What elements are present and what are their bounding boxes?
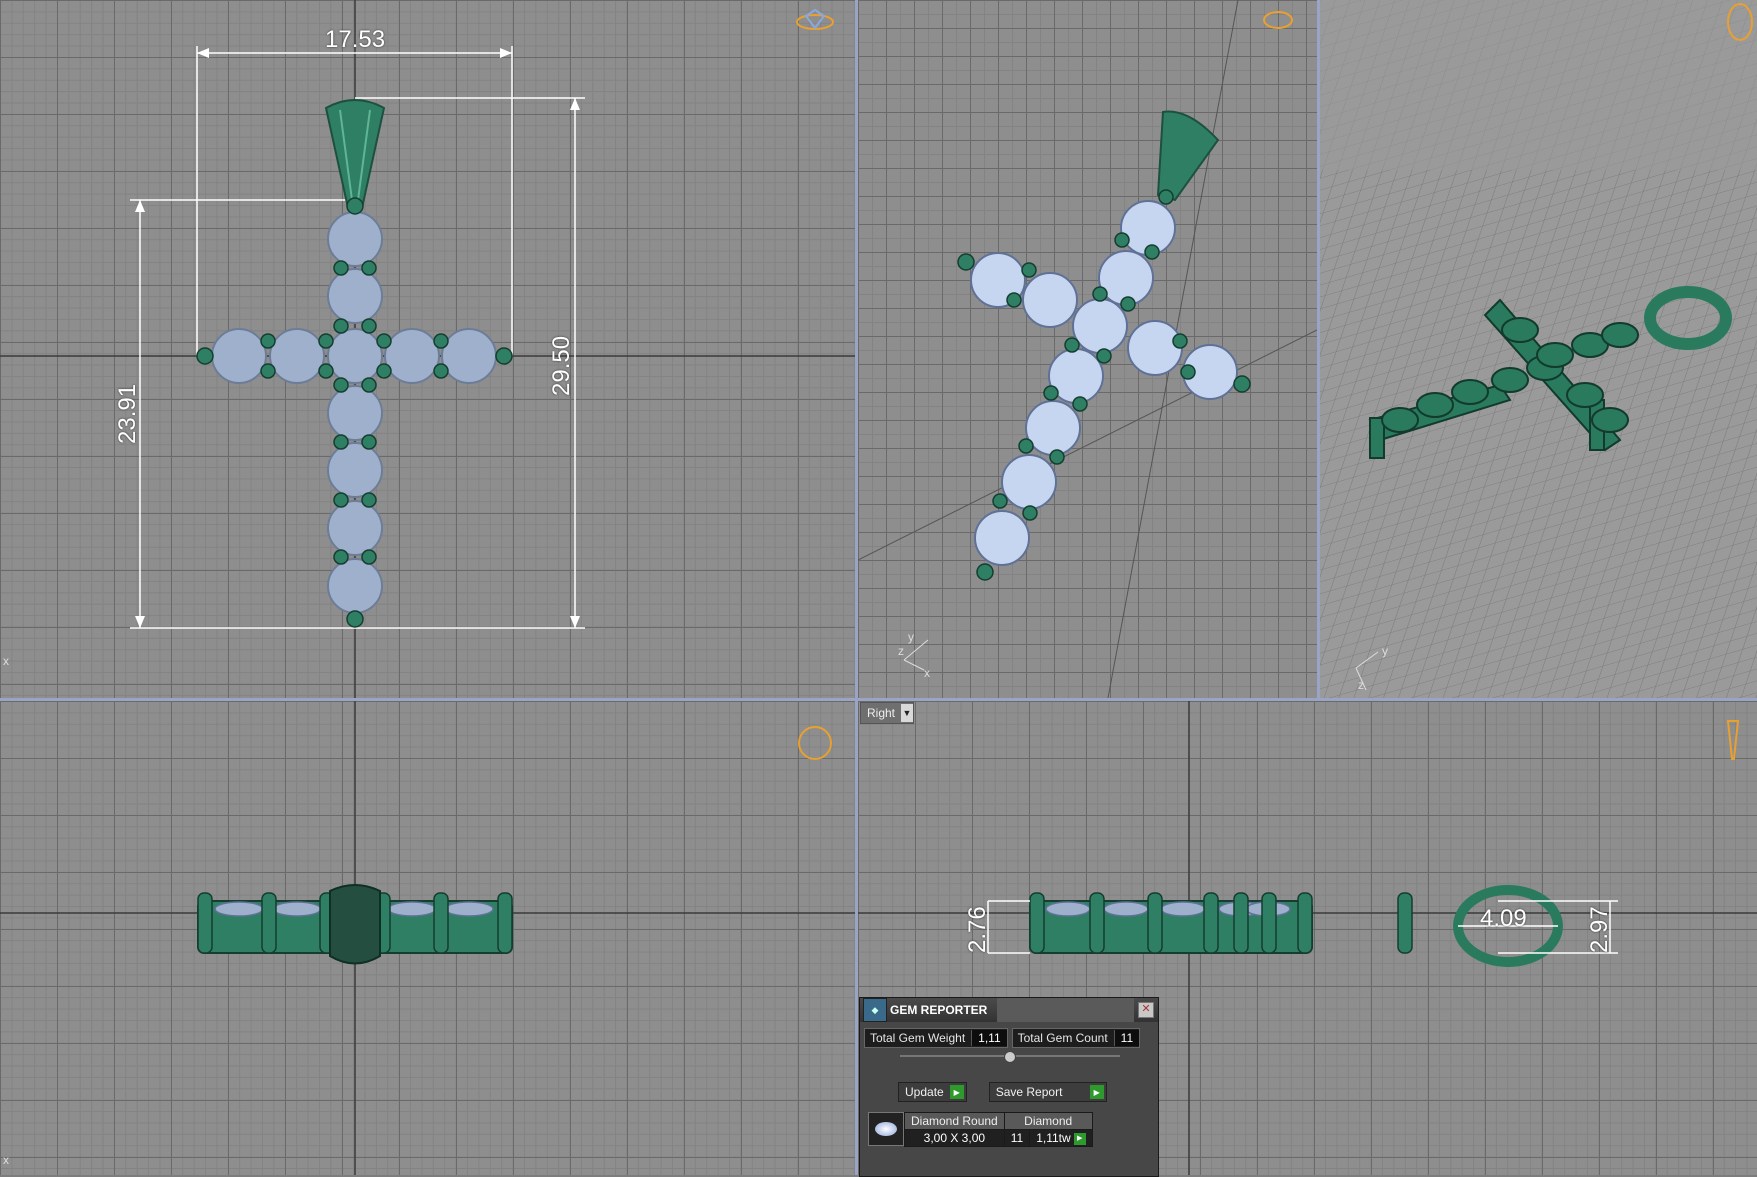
total-gem-weight-value: 1,11 <box>971 1030 1007 1046</box>
gem-count-cell: 11 <box>1003 1129 1031 1147</box>
close-icon[interactable]: ✕ <box>1138 1002 1154 1018</box>
viewport-top[interactable]: 17.53 29.50 23.91 x <box>0 0 855 698</box>
axis-x-label: x <box>924 666 930 680</box>
gem-reporter-titlebar[interactable]: ◆ GEM REPORTER ✕ <box>860 998 1158 1022</box>
viewport-view-label: Right <box>867 706 896 720</box>
save-report-label: Save Report <box>995 1085 1063 1099</box>
update-button[interactable]: Update ▶ <box>898 1082 967 1102</box>
dim-height-right: 29.50 <box>548 335 575 396</box>
gem-weight-value: 1,11tw <box>1036 1131 1071 1145</box>
save-report-button[interactable]: Save Report ▶ <box>988 1082 1107 1102</box>
gem-reporter-panel[interactable]: ◆ GEM REPORTER ✕ Total Gem Weight 1,11 T… <box>859 997 1159 1177</box>
play-icon[interactable]: ▶ <box>1073 1132 1086 1145</box>
dim-right-left-height: 2.76 <box>964 906 991 953</box>
viewport-view-dropdown[interactable]: Right ▼ <box>860 702 915 724</box>
viewport-perspective-1[interactable]: y x z <box>858 0 1317 698</box>
viewport-divider-horizontal[interactable] <box>0 698 1757 701</box>
gem-material-header: Diamond <box>1003 1112 1093 1130</box>
play-icon[interactable]: ▶ <box>949 1085 964 1099</box>
axis-z-label: z <box>898 644 904 658</box>
chevron-down-icon[interactable]: ▼ <box>901 704 914 722</box>
perspective-2-drawing <box>1320 0 1757 698</box>
axis-y-label: y <box>1382 644 1388 658</box>
gem-reporter-title: GEM REPORTER <box>890 1003 988 1017</box>
view-cube-icon <box>1726 720 1740 760</box>
total-gem-count-field: Total Gem Count 11 <box>1011 1028 1141 1048</box>
play-icon[interactable]: ▶ <box>1089 1085 1104 1099</box>
gem-size-cell: 3,00 X 3,00 <box>904 1129 1005 1147</box>
table-row[interactable]: 3,00 X 3,00 11 1,11tw ▶ <box>904 1129 1093 1147</box>
gem-list: Diamond Round Diamond 3,00 X 3,00 11 1,1… <box>868 1112 1093 1147</box>
view-cube-icon <box>796 8 834 30</box>
view-cube-icon <box>798 726 832 760</box>
gem-weight-cell: 1,11tw ▶ <box>1029 1129 1093 1147</box>
dim-right-loop-width: 4.09 <box>1480 905 1527 932</box>
dim-height-left: 23.91 <box>114 383 141 444</box>
total-gem-count-label: Total Gem Count <box>1017 1031 1108 1045</box>
viewport-divider-vertical-2[interactable] <box>1317 0 1320 698</box>
total-gem-count-value: 11 <box>1113 1030 1140 1046</box>
gem-name-header: Diamond Round <box>904 1112 1005 1130</box>
total-gem-weight-field: Total Gem Weight 1,11 <box>864 1028 1008 1048</box>
panel-collapse-slider[interactable] <box>900 1051 1120 1063</box>
top-view-drawing <box>0 0 855 698</box>
total-gem-weight-label: Total Gem Weight <box>870 1031 966 1045</box>
front-view-drawing <box>0 701 855 1175</box>
view-cube-icon <box>1263 11 1293 29</box>
axis-z-label: z <box>1358 678 1364 692</box>
diamond-icon <box>875 1122 897 1136</box>
axis-x-label: x <box>3 654 9 668</box>
perspective-1-drawing <box>858 0 1317 698</box>
viewport-perspective-2[interactable]: y z <box>1320 0 1757 698</box>
axis-x-label: x <box>3 1153 9 1167</box>
gem-table: Diamond Round Diamond 3,00 X 3,00 11 1,1… <box>904 1112 1093 1147</box>
gem-reporter-icon: ◆ <box>863 998 887 1022</box>
gem-thumbnail[interactable] <box>868 1112 904 1146</box>
viewport-divider-vertical[interactable] <box>855 0 858 1175</box>
slider-knob[interactable] <box>1004 1051 1016 1063</box>
viewport-front[interactable]: x <box>0 701 855 1175</box>
axis-y-label: y <box>908 630 914 644</box>
update-label: Update <box>905 1085 944 1099</box>
dim-width: 17.53 <box>325 26 386 53</box>
dim-right-right-height: 2.97 <box>1586 906 1613 953</box>
